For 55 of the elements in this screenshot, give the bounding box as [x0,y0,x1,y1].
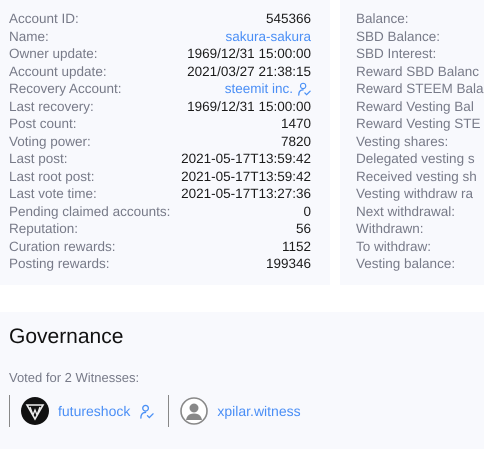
field-value: 7820 [280,132,311,150]
field-label: SBD Balance: [356,28,440,45]
user-check-icon [139,404,154,418]
field-label: Post count: [9,115,77,132]
field-value: 1152 [282,238,311,255]
witness-link[interactable]: futureshock [58,403,130,419]
field-label: Last recovery: [9,98,94,115]
field-label: Withdrawn: [356,220,424,238]
field-value: 1969/12/31 15:00:00 [187,45,311,62]
field-label: Received vesting sh [356,168,477,185]
field-value: 0 [303,202,311,220]
account-link[interactable]: steemit inc. [224,80,293,98]
field-value: 2021/03/27 21:38:15 [187,62,311,80]
field-label: SBD Interest: [356,45,436,62]
field-value: 2021-05-17T13:59:42 [181,168,311,185]
field-label: Account update: [9,62,107,80]
witness-item[interactable]: futureshock [9,395,168,427]
field-value: 545366 [266,10,311,28]
field-label: Owner update: [9,45,98,62]
field-label: Reward STEEM Bala [356,80,484,98]
field-value: 56 [296,220,311,238]
section-title: Governance [9,324,124,350]
account-link[interactable]: sakura-sakura [225,28,311,45]
witness-link[interactable]: xpilar.witness [217,403,301,419]
field-label: Delegated vesting s [356,150,475,168]
field-label: Vesting balance: [356,255,456,272]
field-label: Reward Vesting Bal [356,98,474,115]
field-label: Pending claimed accounts: [9,202,170,220]
field-label: Vesting withdraw ra [356,185,474,202]
field-label: Account ID: [9,10,79,28]
field-value: 1470 [280,115,311,132]
field-value: 2021-05-17T13:59:42 [181,150,311,168]
field-label: Last vote time: [9,185,97,202]
field-label: Last post: [9,150,68,168]
field-value: 1969/12/31 15:00:00 [187,98,311,115]
witness-item[interactable]: xpilar.witness [168,395,315,427]
field-label: Voting power: [9,132,91,150]
default-avatar-icon [180,397,208,425]
field-label: Reputation: [9,220,78,238]
field-label: Recovery Account: [9,80,122,98]
witness-count-label: Voted for 2 Witnesses: [9,370,140,385]
user-check-icon [297,82,311,96]
field-label: Name: [9,28,49,45]
field-value: 2021-05-17T13:27:36 [181,185,311,202]
field-label: Curation rewards: [9,238,116,255]
field-label: Next withdrawal: [356,202,456,220]
field-value: 199346 [266,255,311,272]
field-label: To withdraw: [356,238,432,255]
witness-avatar [21,397,49,425]
field-label: Last root post: [9,168,95,185]
field-label: Reward SBD Balanc [356,62,480,80]
field-label: Reward Vesting STE [356,115,481,132]
field-label: Balance: [356,10,409,28]
field-label: Vesting shares: [356,132,448,150]
field-label: Posting rewards: [9,255,110,272]
